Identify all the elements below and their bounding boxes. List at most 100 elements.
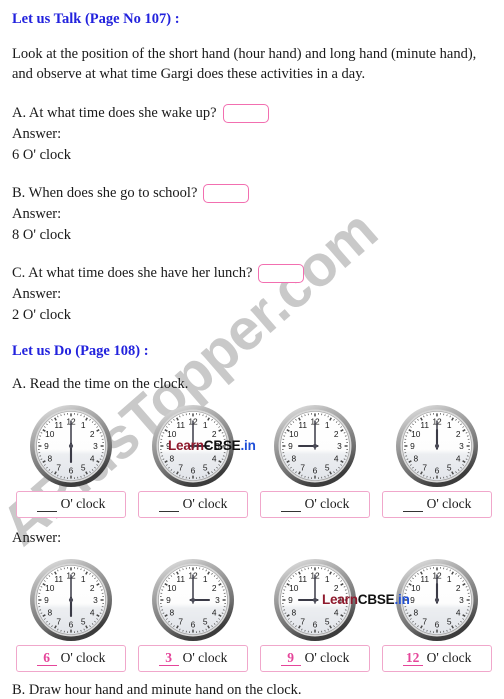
clock-numeral: 7 bbox=[300, 616, 305, 626]
answer-unit-label: O' clock bbox=[61, 496, 106, 512]
clock-numeral: 2 bbox=[456, 429, 461, 439]
clock-center-hub bbox=[69, 444, 73, 448]
clock-cell: 121234567891011 bbox=[16, 403, 126, 489]
clock-numeral: 8 bbox=[291, 607, 296, 617]
question-a-answer-value: 6 O' clock bbox=[12, 145, 492, 166]
answer-unit-label: O' clock bbox=[183, 496, 228, 512]
answer-blank[interactable] bbox=[37, 497, 57, 512]
answer-unit-label: O' clock bbox=[305, 496, 350, 512]
clock-numeral: 4 bbox=[456, 453, 461, 463]
clock-numeral: 11 bbox=[176, 574, 185, 584]
answer-blank[interactable]: 12 bbox=[403, 651, 423, 666]
answer-blank[interactable] bbox=[281, 497, 301, 512]
answer-unit-label: O' clock bbox=[183, 650, 228, 666]
clock-numeral: 1 bbox=[447, 574, 452, 584]
question-b-answer-label: Answer: bbox=[12, 204, 492, 225]
clock-face: 121234567891011 bbox=[394, 403, 480, 489]
answer-blank[interactable]: 6 bbox=[37, 651, 57, 666]
clock-center-hub bbox=[435, 444, 439, 448]
clock-cell: 121234567891011 bbox=[138, 557, 248, 643]
logo-text-cbse: CBSE bbox=[358, 592, 395, 607]
clock-numeral: 6 bbox=[69, 620, 74, 630]
clock-numeral: 1 bbox=[203, 420, 208, 430]
section-2-subquestion-b: B. Draw hour hand and minute hand on the… bbox=[12, 682, 492, 699]
clock-numeral: 11 bbox=[298, 420, 307, 430]
learncbse-logo-top: LearnCBSE.in bbox=[168, 438, 256, 453]
question-c-input[interactable] bbox=[258, 264, 304, 283]
clock-numeral: 7 bbox=[422, 616, 427, 626]
worksheet-page: Let us Talk (Page No 107) : Look at the … bbox=[0, 0, 504, 699]
clock-numeral: 8 bbox=[47, 607, 52, 617]
answer-blank[interactable]: 9 bbox=[281, 651, 301, 666]
question-c-answer-value: 2 O' clock bbox=[12, 305, 492, 326]
clock-numeral: 1 bbox=[325, 574, 330, 584]
clock-numeral: 10 bbox=[45, 583, 55, 593]
answer-box[interactable]: 12 O' clock bbox=[382, 645, 492, 672]
logo-text-in: .in bbox=[240, 438, 255, 453]
answer-blank[interactable] bbox=[159, 497, 179, 512]
clock-numeral: 6 bbox=[313, 620, 318, 630]
answer-box-row-answer: 6 O' clock 3 O' clock 9O' clock 12 O' clock bbox=[12, 645, 492, 672]
section-2-heading: Let us Do (Page 108) : bbox=[12, 343, 492, 360]
clock-numeral: 6 bbox=[313, 466, 318, 476]
question-b-label: B. When does she go to school? bbox=[12, 183, 197, 204]
clock-center-hub bbox=[69, 598, 73, 602]
clock-numeral: 8 bbox=[291, 453, 296, 463]
clock-numeral: 1 bbox=[447, 420, 452, 430]
clock-numeral: 11 bbox=[298, 574, 307, 584]
clock-numeral: 1 bbox=[325, 420, 330, 430]
clock-numeral: 5 bbox=[81, 616, 86, 626]
clock-row-answer: 1212345678910111212345678910111212345678… bbox=[12, 557, 492, 643]
clock-cell: 121234567891011 bbox=[260, 403, 370, 489]
clock-numeral: 4 bbox=[212, 453, 217, 463]
clock-numeral: 9 bbox=[44, 595, 49, 605]
logo-text-cbse: CBSE bbox=[204, 438, 241, 453]
question-b-input[interactable] bbox=[203, 184, 249, 203]
logo-text-learn: Learn bbox=[168, 438, 204, 453]
blank-box[interactable]: O' clock bbox=[16, 491, 126, 518]
blank-box[interactable]: O' clock bbox=[260, 491, 370, 518]
answer-box[interactable]: 3 O' clock bbox=[138, 645, 248, 672]
question-a-input[interactable] bbox=[223, 104, 269, 123]
clock-face: 121234567891011 bbox=[150, 557, 236, 643]
clock-numeral: 6 bbox=[191, 620, 196, 630]
clock-numeral: 9 bbox=[166, 595, 171, 605]
clock-numeral: 4 bbox=[90, 453, 95, 463]
clock-numeral: 3 bbox=[93, 441, 98, 451]
answer-unit-label: O' clock bbox=[61, 650, 106, 666]
clock-numeral: 5 bbox=[325, 616, 330, 626]
clock-center-hub bbox=[191, 598, 195, 602]
blank-box[interactable]: O' clock bbox=[138, 491, 248, 518]
clock-numeral: 4 bbox=[456, 607, 461, 617]
clock-numeral: 9 bbox=[44, 441, 49, 451]
answer-box[interactable]: 9O' clock bbox=[260, 645, 370, 672]
clock-numeral: 7 bbox=[422, 462, 427, 472]
answer-blank[interactable]: 3 bbox=[159, 651, 179, 666]
clock-numeral: 10 bbox=[167, 583, 177, 593]
clock-numeral: 9 bbox=[288, 441, 293, 451]
clock-numeral: 3 bbox=[459, 441, 464, 451]
clock-numeral: 7 bbox=[56, 462, 61, 472]
clock-numeral: 8 bbox=[413, 453, 418, 463]
clock-numeral: 7 bbox=[56, 616, 61, 626]
answer-blank[interactable] bbox=[403, 497, 423, 512]
question-block-b: B. When does she go to school? Answer: 8… bbox=[12, 183, 492, 246]
clock-numeral: 8 bbox=[47, 453, 52, 463]
clock-numeral: 11 bbox=[54, 420, 63, 430]
clock-numeral: 1 bbox=[203, 574, 208, 584]
clock-numeral: 10 bbox=[45, 429, 55, 439]
clock-numeral: 5 bbox=[81, 462, 86, 472]
question-a-line: A. At what time does she wake up? bbox=[12, 103, 492, 124]
blank-box[interactable]: O' clock bbox=[382, 491, 492, 518]
clock-numeral: 7 bbox=[178, 616, 183, 626]
clock-numeral: 8 bbox=[169, 453, 174, 463]
clock-center-hub bbox=[435, 598, 439, 602]
clock-numeral: 5 bbox=[325, 462, 330, 472]
clock-numeral: 2 bbox=[334, 429, 339, 439]
answer-box-row-blank: O' clock O' clock O' clock O' clock bbox=[12, 491, 492, 518]
clock-numeral: 10 bbox=[411, 583, 421, 593]
answer-box[interactable]: 6 O' clock bbox=[16, 645, 126, 672]
answer-unit-label: O' clock bbox=[427, 650, 472, 666]
clock-numeral: 3 bbox=[93, 595, 98, 605]
question-a-answer-label: Answer: bbox=[12, 124, 492, 145]
